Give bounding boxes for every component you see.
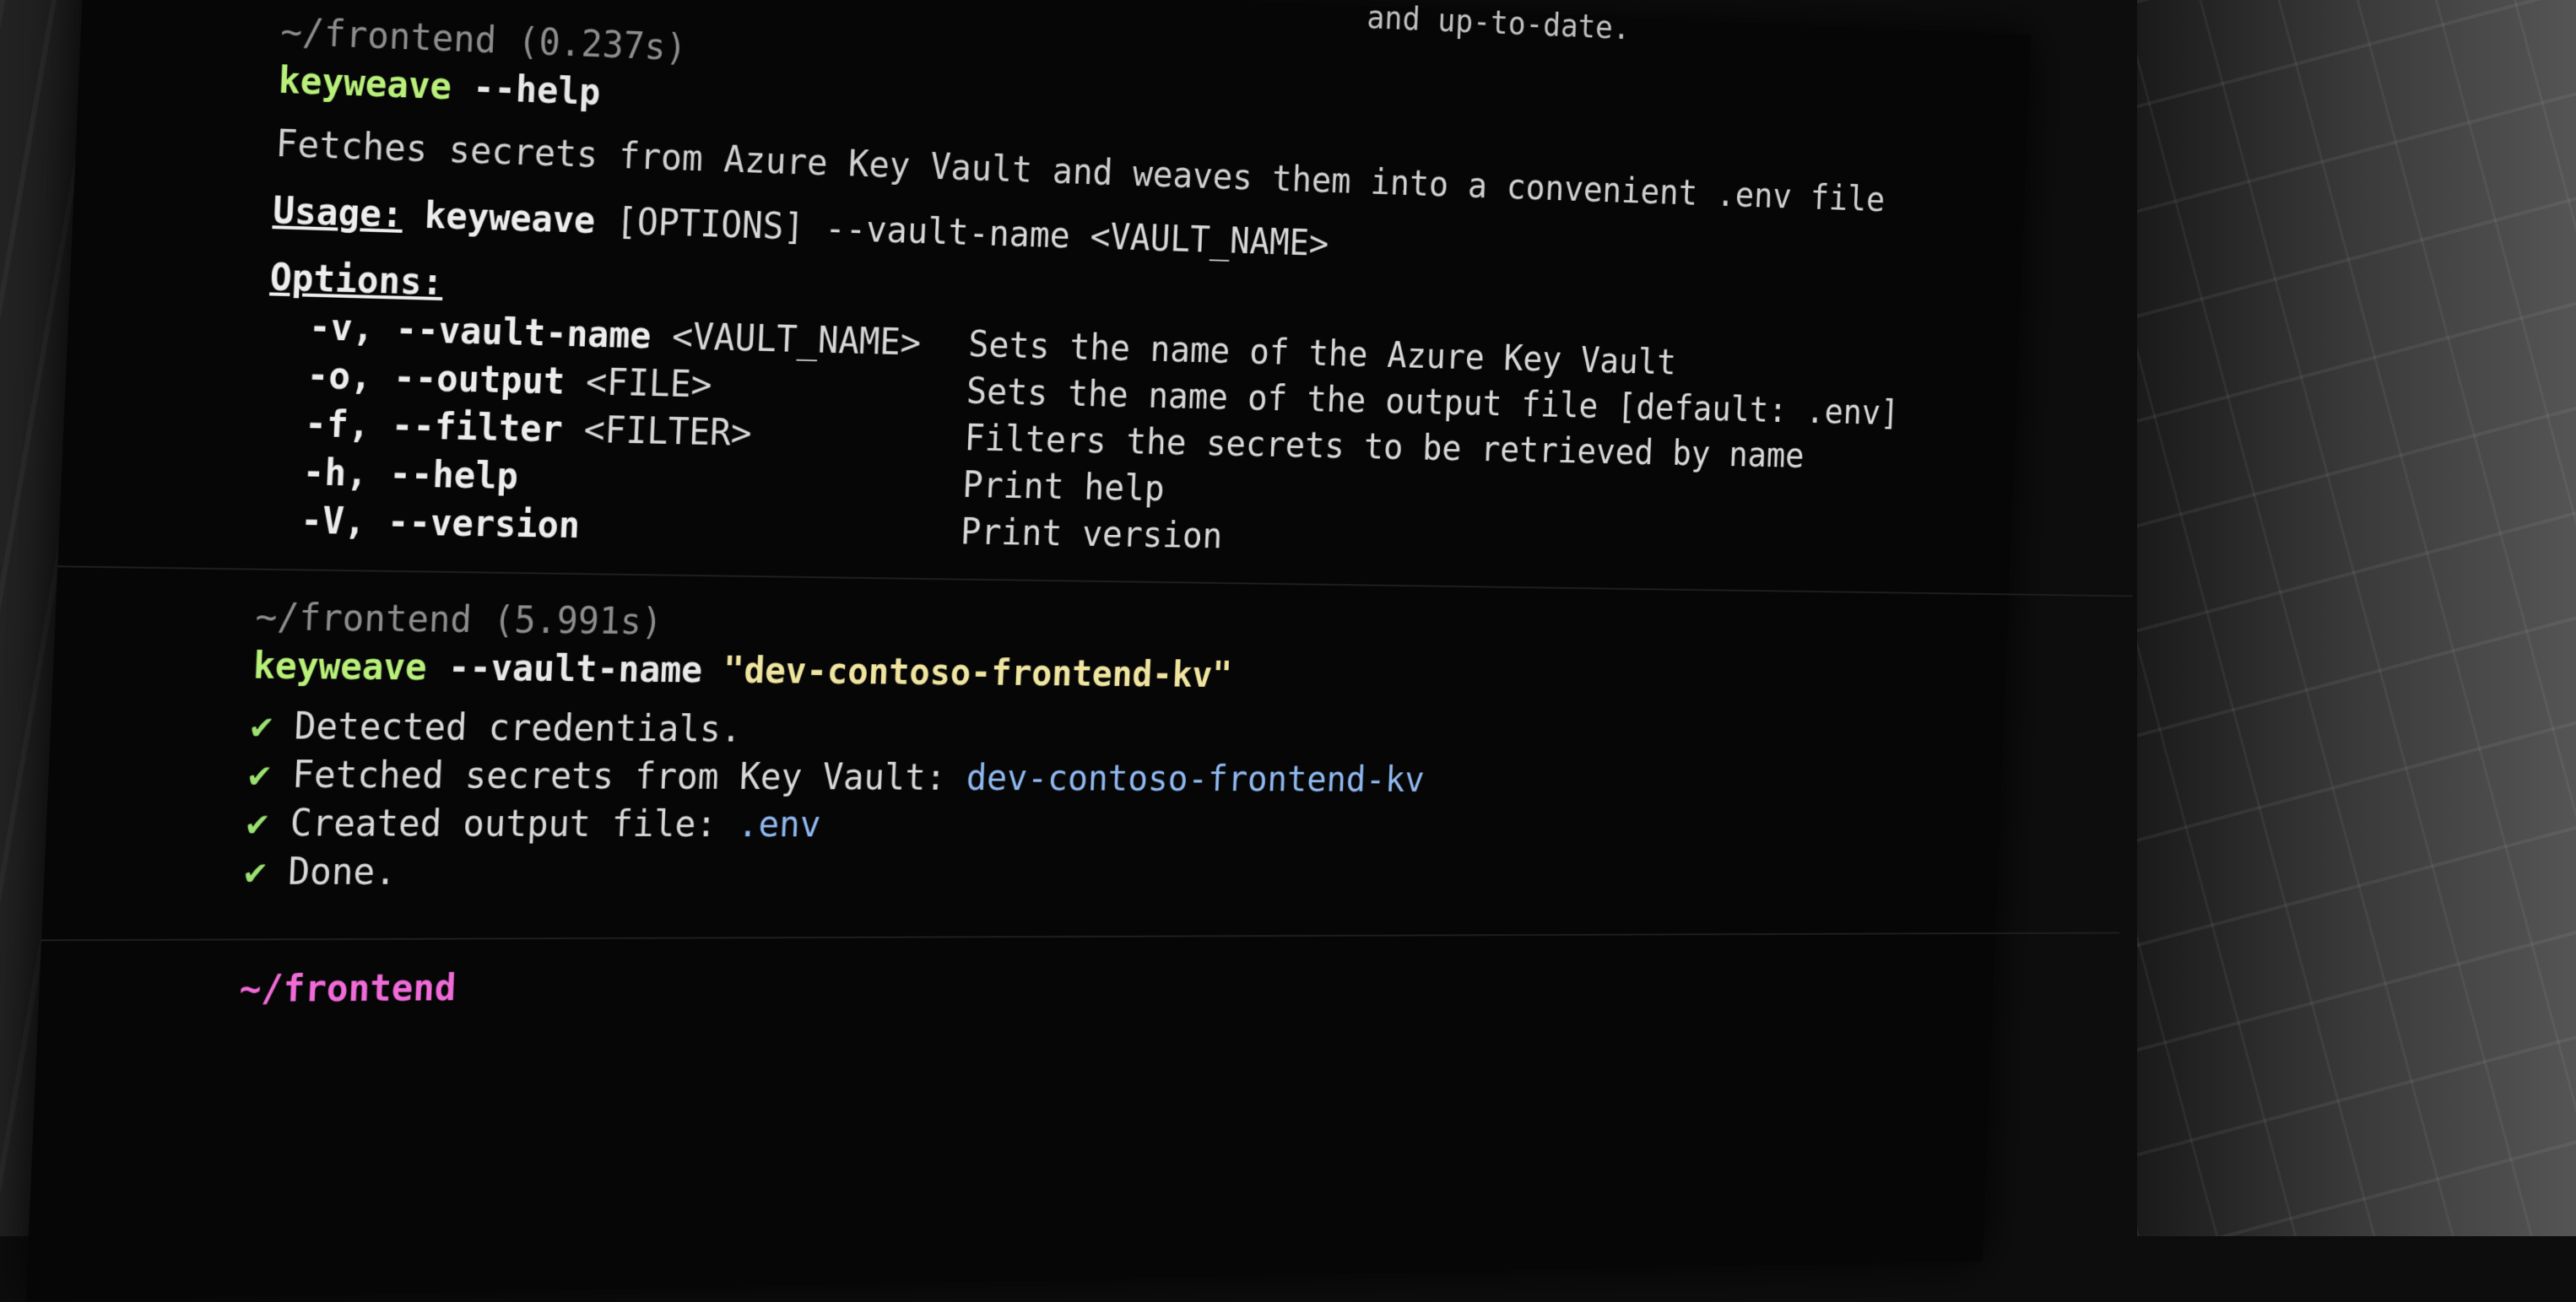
option-flag: -V, --version	[300, 500, 581, 547]
result-highlight: .env	[736, 803, 822, 845]
option-flag: -v, --vault-name	[308, 305, 652, 358]
usage-rest: [OPTIONS] --vault-name <VAULT_NAME>	[593, 200, 1330, 265]
option-flag: -h, --help	[301, 451, 519, 498]
background-right	[2137, 0, 2576, 1236]
option-desc: Print version	[960, 511, 1224, 557]
option-flag: -f, --filter	[304, 402, 564, 451]
check-icon: ✔	[247, 753, 272, 797]
option-arg: <VAULT_NAME>	[650, 315, 922, 365]
option-desc: Print help	[961, 464, 1166, 510]
result-list: ✔ Detected credentials. ✔ Fetched secret…	[243, 702, 1962, 896]
result-text: Fetched secrets from Key Vault:	[291, 754, 967, 799]
terminal-content: ~/frontend (0.237s) keyweave --help Fetc…	[41, 8, 2133, 1014]
result-line: ✔ Done.	[243, 848, 1957, 897]
command-name: keyweave	[277, 59, 452, 109]
block-divider	[41, 932, 2120, 942]
options-label: Options:	[268, 256, 445, 305]
block-divider	[57, 565, 2133, 597]
current-prompt[interactable]: ~/frontend	[238, 957, 1953, 1013]
result-line: ✔ Fetched secrets from Key Vault: dev-co…	[247, 751, 1961, 805]
command-block-fetch[interactable]: ~/frontend (5.991s) keyweave --vault-nam…	[243, 593, 1967, 896]
result-text: Done.	[287, 851, 398, 894]
command-name: keyweave	[252, 644, 428, 689]
option-arg: <FILTER>	[561, 408, 753, 455]
option-flag: -o, --output	[306, 354, 566, 403]
usage-command: keyweave	[423, 194, 597, 242]
option-arg: <FILE>	[563, 360, 713, 407]
command-args: --help	[450, 66, 602, 114]
check-icon: ✔	[249, 705, 274, 748]
result-highlight: dev-contoso-frontend-kv	[965, 757, 1426, 801]
check-icon: ✔	[243, 851, 268, 894]
usage-label: Usage:	[272, 189, 404, 236]
result-line: ✔ Created output file: .env	[246, 800, 1959, 850]
terminal-window: and up-to-date. ~/frontend (0.237s) keyw…	[25, 0, 2133, 1302]
command-block-help[interactable]: ~/frontend (0.237s) keyweave --help Fetc…	[258, 8, 1988, 572]
command-flag: --vault-name	[425, 646, 724, 692]
result-text: Created output file:	[289, 802, 739, 845]
check-icon: ✔	[245, 802, 270, 845]
result-text: Detected credentials.	[293, 705, 743, 751]
command-value: "dev-contoso-frontend-kv"	[722, 649, 1233, 696]
scrolled-output-fragment: and up-to-date.	[1366, 0, 1632, 47]
